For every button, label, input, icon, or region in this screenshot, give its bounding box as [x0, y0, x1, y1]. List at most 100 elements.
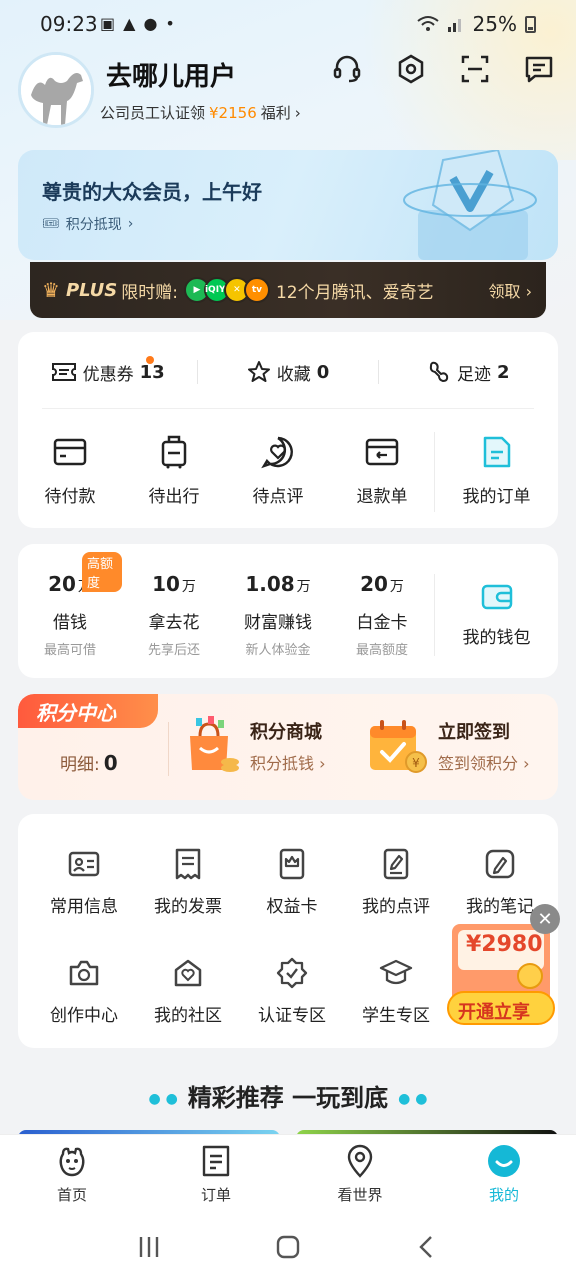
section-title-text: 精彩推荐 一玩到底 [187, 1084, 389, 1112]
points-mall-sub-label: 积分抵钱 [250, 754, 315, 773]
crown-card-icon [274, 846, 310, 882]
tool-my-reviews[interactable]: 我的点评 [344, 846, 448, 917]
settings-hex-icon[interactable] [392, 50, 430, 88]
tool-label: 我的发票 [154, 897, 222, 917]
camera-icon [66, 955, 102, 991]
stat-favorites[interactable]: 收藏 0 [198, 352, 377, 392]
recent-apps-icon[interactable] [136, 1234, 162, 1260]
plus-banner[interactable]: ♛ PLUS 限时赠: ▶ iQIYI ✕ tv 12个月腾讯、爱奇艺 领取 › [30, 262, 546, 318]
wallet-unit: 万 [389, 579, 404, 595]
plus-claim-button[interactable]: 领取 › [489, 278, 533, 302]
promo-button[interactable]: 开通立享 [458, 998, 530, 1024]
points-center-card: 积分中心 明细: 0 积分商城 积分抵钱 › ¥ 立即签到 签到领积分 › [18, 694, 558, 800]
scan-icon[interactable] [456, 50, 494, 88]
warning-icon: ▲ [123, 14, 136, 33]
notification-icons: ▣ ▲ ● • [100, 14, 175, 33]
tab-label: 订单 [200, 1186, 231, 1204]
tool-common-info[interactable]: 常用信息 [32, 846, 136, 917]
new-dot-icon [146, 356, 154, 364]
bottom-tab-bar: 首页 订单 看世界 我的 [0, 1134, 576, 1214]
points-cash-link[interactable]: 🎟 积分抵现 › [42, 214, 133, 234]
partner-app-icon: tv [243, 277, 270, 303]
tool-verification[interactable]: 认证专区 [240, 955, 344, 1026]
tool-benefit-cards[interactable]: 权益卡 [240, 846, 344, 917]
points-detail-label: 明细: [60, 755, 100, 775]
wallet-loan[interactable]: 高额度 20万 借钱 最高可借 [18, 552, 122, 670]
dots-icon: ● ● [398, 1091, 428, 1107]
my-orders[interactable]: 我的订单 [434, 432, 558, 512]
signal-icon [447, 19, 461, 32]
shopping-bag-icon [190, 716, 239, 772]
wallet-label: 借钱 [53, 613, 87, 633]
coupon-icon [51, 363, 76, 381]
map-pin-icon [343, 1144, 377, 1178]
sign-in[interactable]: ¥ 立即签到 签到领积分 › [366, 716, 530, 776]
refund-icon [362, 432, 402, 472]
avatar[interactable] [18, 52, 94, 128]
member-v-badge-icon [403, 150, 537, 260]
status-bar: 09:23 ▣ ▲ ● • 25% [0, 0, 576, 48]
employee-benefit-link[interactable]: 公司员工认证领 ¥2156 福利 › [100, 102, 301, 123]
stat-value: 2 [497, 361, 510, 383]
system-icons: 25% [416, 12, 536, 36]
sign-in-title: 立即签到 [438, 722, 510, 743]
stat-footprints[interactable]: 足迹 2 [379, 352, 558, 392]
tab-label: 看世界 [337, 1186, 383, 1204]
tool-label: 我的社区 [154, 1006, 222, 1026]
back-icon[interactable] [414, 1234, 440, 1260]
wallet-icon [481, 584, 512, 609]
wallet-amount: 1.08 万 [245, 572, 310, 596]
tab-label: 我的 [488, 1186, 519, 1204]
tab-mine[interactable]: 我的 [432, 1135, 576, 1214]
footprint-icon [429, 361, 449, 383]
order-pending-travel[interactable]: 待出行 [122, 432, 226, 512]
plus-claim-label: 领取 [488, 282, 521, 301]
tab-label: 首页 [56, 1186, 87, 1204]
message-icon[interactable] [520, 50, 558, 88]
username[interactable]: 去哪儿用户 [106, 56, 236, 93]
partner-app-icons: ▶ iQIYI ✕ tv [183, 277, 270, 303]
verified-badge-icon [274, 955, 310, 991]
dots-icon: ● ● [148, 1091, 178, 1107]
high-limit-badge: 高额度 [82, 552, 122, 592]
wallet-sub: 最高可借 [43, 643, 96, 658]
points-detail[interactable]: 明细: 0 [60, 750, 118, 775]
heart-bubble-icon [258, 432, 298, 472]
tab-orders[interactable]: 订单 [144, 1135, 288, 1214]
home-heart-icon [170, 955, 206, 991]
wallet-label: 财富赚钱 [244, 613, 312, 633]
tool-label: 权益卡 [266, 897, 318, 917]
tool-my-community[interactable]: 我的社区 [136, 955, 240, 1026]
sign-in-sub: 签到领积分 › [438, 754, 530, 773]
wallet-natqu[interactable]: 10 万 拿去花 先享后还 [122, 560, 226, 670]
order-refunds[interactable]: 退款单 [330, 432, 434, 512]
order-pending-payment[interactable]: 待付款 [18, 432, 122, 512]
home-button-icon[interactable] [275, 1234, 301, 1260]
wallet-platinum[interactable]: 20 万 白金卡 最高额度 [330, 560, 434, 670]
stats-row: 优惠券 13 收藏 0 足迹 2 [18, 352, 558, 392]
ticket-icon: 🎟 [42, 216, 60, 232]
header-actions [328, 50, 558, 88]
order-pending-review[interactable]: 待点评 [226, 432, 330, 512]
wifi-icon [416, 16, 439, 31]
tool-student[interactable]: 学生专区 [344, 955, 448, 1026]
stat-value: 0 [316, 361, 330, 383]
divider [42, 408, 534, 409]
close-icon[interactable]: ✕ [530, 904, 560, 934]
tool-creator-center[interactable]: 创作中心 [32, 955, 136, 1026]
luggage-icon [154, 432, 194, 472]
tab-explore[interactable]: 看世界 [288, 1135, 432, 1214]
my-wallet-label: 我的钱包 [462, 627, 531, 648]
battery-icon [525, 15, 536, 33]
tab-home[interactable]: 首页 [0, 1135, 144, 1214]
member-card[interactable]: 尊贵的大众会员，上午好 🎟 积分抵现 › [18, 150, 558, 260]
tool-invoices[interactable]: 我的发票 [136, 846, 240, 917]
stat-coupons[interactable]: 优惠券 13 [18, 352, 197, 392]
points-mall[interactable]: 积分商城 积分抵钱 › [182, 716, 326, 776]
wallet-wealth[interactable]: 1.08 万 财富赚钱 新人体验金 [226, 560, 330, 670]
headset-icon[interactable] [328, 50, 366, 88]
wallet-card: 高额度 20万 借钱 最高可借 10万 拿去花 先享后还 1.08万 财富赚钱 … [18, 544, 558, 678]
my-wallet[interactable]: 我的钱包 [434, 574, 558, 656]
wallet-row: 高额度 20万 借钱 最高可借 10万 拿去花 先享后还 1.08万 财富赚钱 … [18, 552, 558, 670]
promo-amount: ¥2980 [466, 932, 543, 957]
